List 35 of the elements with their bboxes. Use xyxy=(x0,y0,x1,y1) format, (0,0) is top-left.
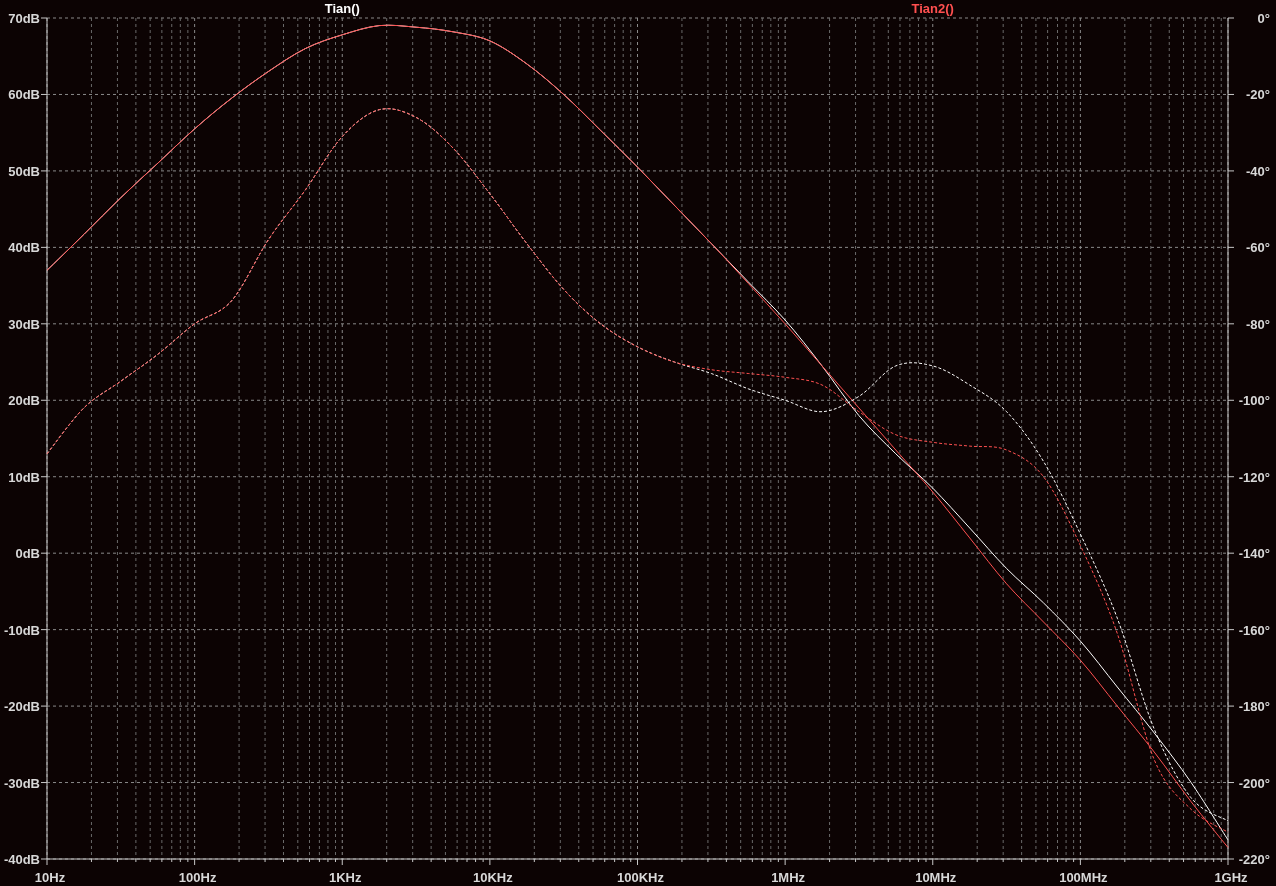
y-axis-label: 10dB xyxy=(8,469,40,485)
y-axis-label: 20dB xyxy=(8,393,40,409)
phase-axis-label: -220° xyxy=(1238,852,1270,867)
x-axis-label: 100MHz xyxy=(1059,870,1108,885)
y-axis-label: 30dB xyxy=(8,316,40,332)
phase-axis-label: -40° xyxy=(1246,163,1270,179)
phase-axis-label: 0° xyxy=(1257,11,1270,26)
x-axis-label: 100Hz xyxy=(178,870,217,885)
y-axis-label: 50dB xyxy=(8,163,40,179)
x-axis-label: 100KHz xyxy=(617,870,664,885)
phase-axis-label: -120° xyxy=(1238,469,1270,485)
x-axis-label: 10MHz xyxy=(915,870,957,885)
y-axis-label: -30dB xyxy=(3,775,40,791)
y-axis-label: -10dB xyxy=(3,622,40,638)
y-axis-label: 70dB xyxy=(8,11,40,26)
x-axis-label: 1KHz xyxy=(329,870,362,885)
phase-axis-label: -80° xyxy=(1246,316,1270,332)
trace-label: Tian() xyxy=(324,1,360,16)
phase-axis-label: -100° xyxy=(1238,393,1270,409)
x-axis-label: 1GHz xyxy=(1214,870,1248,885)
phase-axis-label: -140° xyxy=(1238,546,1270,562)
phase-axis-label: -180° xyxy=(1238,699,1270,715)
phase-axis-label: -60° xyxy=(1246,240,1270,256)
x-axis-label: 10KHz xyxy=(473,870,513,885)
x-axis-label: 1MHz xyxy=(771,870,806,885)
phase-axis-label: -20° xyxy=(1246,87,1270,103)
x-axis-label: 10Hz xyxy=(34,870,66,885)
y-axis-label: 0dB xyxy=(15,546,40,562)
y-axis-label: -20dB xyxy=(3,699,40,715)
y-axis-label: 40dB xyxy=(8,240,40,256)
trace-label: Tian2() xyxy=(911,1,954,16)
y-axis-label: 60dB xyxy=(8,87,40,103)
y-axis-label: -40dB xyxy=(3,852,40,867)
phase-axis-label: -200° xyxy=(1238,775,1270,791)
phase-axis-label: -160° xyxy=(1238,622,1270,638)
